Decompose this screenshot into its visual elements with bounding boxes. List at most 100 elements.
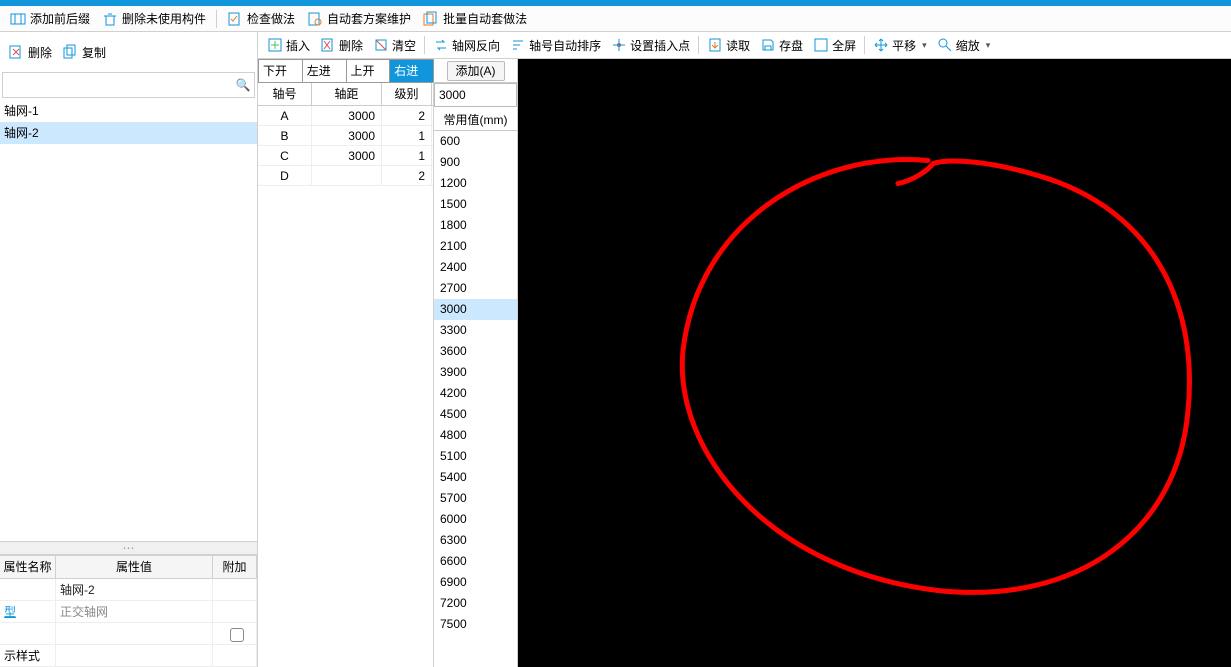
value-item[interactable]: 3300 [434,320,517,341]
delete-icon [8,44,24,60]
value-input-wrap [434,83,517,109]
canvas-pane [518,59,1231,667]
col-axis-no: 轴号 [258,83,312,105]
grid-row[interactable]: C30001 [258,146,433,166]
main-toolbar: 添加前后缀 删除未使用构件 检查做法 自动套方案维护 批量自动套做法 [0,6,1231,32]
right-area: 插入 删除 清空 轴网反向 轴号自动排序 设置插入点 [258,32,1231,667]
reverse-grid-button[interactable]: 轴网反向 [428,32,505,58]
label: 轴网反向 [452,37,500,54]
value-item[interactable]: 1500 [434,194,517,215]
label: 设置插入点 [630,37,690,54]
value-item[interactable]: 3000 [434,299,517,320]
label: 轴号自动排序 [529,37,601,54]
save-icon [760,37,776,53]
pan-icon [873,37,889,53]
value-title: 常用值(mm) [434,109,517,131]
label: 缩放 [956,37,980,54]
label: 添加前后缀 [30,10,90,27]
tree-item[interactable]: 轴网-1 [0,100,257,122]
trash-icon [102,11,118,27]
label: 读取 [726,37,750,54]
checkbox[interactable] [230,628,244,642]
value-item[interactable]: 6900 [434,572,517,593]
grid-body: A30002B30001C30001D2 [258,106,433,186]
value-item[interactable]: 3600 [434,341,517,362]
value-item[interactable]: 4800 [434,425,517,446]
clear-icon [373,37,389,53]
value-item[interactable]: 4200 [434,383,517,404]
insert-icon [267,37,283,53]
tab[interactable]: 下开间 [258,59,303,82]
read-icon [707,37,723,53]
delete-row-button[interactable]: 删除 [315,32,368,58]
tree-item[interactable]: 轴网-2 [0,122,257,144]
auto-scheme-button[interactable]: 自动套方案维护 [301,7,417,31]
value-item[interactable]: 7500 [434,614,517,635]
tree: 轴网-1轴网-2 [0,100,257,541]
value-item[interactable]: 7200 [434,593,517,614]
check-method-button[interactable]: 检查做法 [221,7,301,31]
value-item[interactable]: 2400 [434,257,517,278]
copy-button[interactable]: 复制 [62,44,106,61]
value-item[interactable]: 5700 [434,488,517,509]
property-grid: 属性名称 属性值 附加 轴网-2型正交轴网示样式 [0,555,257,667]
grid-row[interactable]: A30002 [258,106,433,126]
value-item[interactable]: 4500 [434,404,517,425]
add-button[interactable]: 添加(A) [447,61,505,81]
value-item[interactable]: 2100 [434,236,517,257]
col-value: 属性值 [56,556,213,578]
splitter[interactable]: ⋯ [0,541,257,555]
drawing-canvas[interactable] [518,59,1231,667]
add-prefix-suffix-button[interactable]: 添加前后缀 [4,7,96,31]
value-input[interactable] [434,83,517,107]
property-row[interactable] [0,623,257,645]
add-bar: 添加(A) [434,59,517,83]
value-item[interactable]: 900 [434,152,517,173]
read-button[interactable]: 读取 [702,32,755,58]
value-item[interactable]: 600 [434,131,517,152]
fullscreen-button[interactable]: 全屏 [808,32,861,58]
value-item[interactable]: 1200 [434,173,517,194]
delete-button[interactable]: 删除 [8,44,52,61]
delete-unused-button[interactable]: 删除未使用构件 [96,7,212,31]
tab[interactable]: 左进深 [302,59,347,82]
label: 自动套方案维护 [327,10,411,27]
col-level: 级别 [382,83,432,105]
tab[interactable]: 上开间 [346,59,391,82]
value-item[interactable]: 6300 [434,530,517,551]
property-row[interactable]: 轴网-2 [0,579,257,601]
left-toolbar: 删除 复制 [0,32,257,72]
value-item[interactable]: 1800 [434,215,517,236]
property-header: 属性名称 属性值 附加 [0,556,257,579]
property-row[interactable]: 型正交轴网 [0,601,257,623]
search-icon[interactable]: 🔍 [232,78,254,92]
delete-row-icon [320,37,336,53]
pan-dropdown[interactable]: 平移 [868,32,932,58]
tab[interactable]: 右进深 [389,59,434,82]
separator [698,36,699,54]
separator [216,10,217,28]
save-button[interactable]: 存盘 [755,32,808,58]
value-item[interactable]: 2700 [434,278,517,299]
label: 删除 [28,44,52,61]
set-insert-point-button[interactable]: 设置插入点 [606,32,695,58]
auto-sort-button[interactable]: 轴号自动排序 [505,32,606,58]
search-input[interactable] [3,74,232,96]
grid-row[interactable]: D2 [258,166,433,186]
clear-button[interactable]: 清空 [368,32,421,58]
zoom-dropdown[interactable]: 缩放 [932,32,996,58]
value-item[interactable]: 5100 [434,446,517,467]
batch-auto-button[interactable]: 批量自动套做法 [417,7,533,31]
grid-row[interactable]: B30001 [258,126,433,146]
value-item[interactable]: 5400 [434,467,517,488]
annotation-layer [518,59,1231,667]
value-item[interactable]: 6600 [434,551,517,572]
col-extra: 附加 [213,556,257,578]
insert-button[interactable]: 插入 [262,32,315,58]
canvas-toolbar: 插入 删除 清空 轴网反向 轴号自动排序 设置插入点 [258,32,1231,59]
value-item[interactable]: 3900 [434,362,517,383]
property-row[interactable]: 示样式 [0,645,257,667]
value-list: 6009001200150018002100240027003000330036… [434,131,517,667]
value-item[interactable]: 6000 [434,509,517,530]
label: 删除未使用构件 [122,10,206,27]
